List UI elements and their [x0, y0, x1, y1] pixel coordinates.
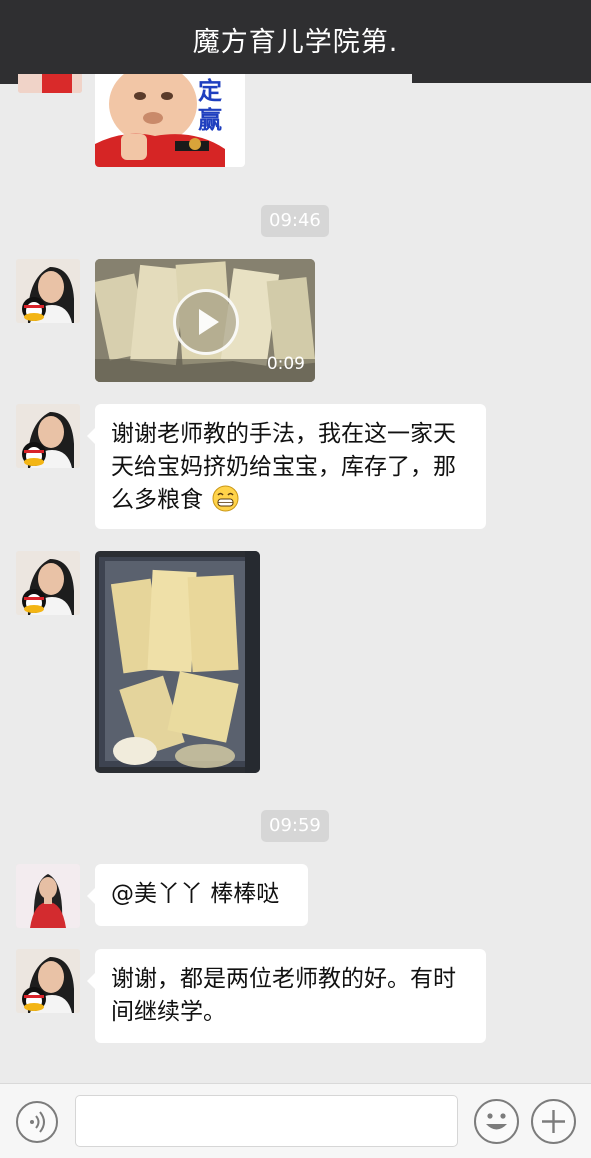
timestamp-1: 09:46 [261, 205, 329, 237]
header-edge-left [0, 74, 18, 84]
sticker-char-2: 赢 [198, 106, 222, 134]
video-duration: 0:09 [266, 354, 305, 374]
message-bubble-2[interactable]: @美丫丫 棒棒哒 [87, 864, 308, 926]
avatar-sender-2[interactable] [16, 864, 80, 928]
message-text-1: 谢谢老师教的手法，我在这一家天天给宝妈挤奶给宝宝，库存了，那么多粮食 [111, 421, 456, 513]
play-icon[interactable] [173, 289, 239, 355]
chat-title: 魔方育儿学院第. [192, 27, 399, 58]
message-bubble-1[interactable]: 谢谢老师教的手法，我在这一家天天给宝妈挤奶给宝宝，库存了，那么多粮食 [87, 404, 486, 529]
message-bubble-3[interactable]: 谢谢，都是两位老师教的好。有时间继续学。 [87, 949, 486, 1043]
message-text-2: @美丫丫 棒棒哒 [111, 881, 280, 907]
header-edge-right [412, 74, 591, 83]
add-icon[interactable] [531, 1099, 576, 1144]
avatar-sender[interactable] [16, 259, 80, 323]
emoji-icon[interactable] [474, 1099, 519, 1144]
avatar-sender[interactable] [16, 949, 80, 1013]
avatar-sender[interactable] [16, 404, 80, 468]
chat-header: 魔方育儿学院第. [0, 0, 591, 74]
photo-message[interactable] [95, 551, 260, 773]
voice-icon[interactable] [16, 1101, 58, 1143]
video-message[interactable]: 0:09 [95, 259, 315, 382]
avatar-sender[interactable] [16, 551, 80, 615]
avatar-top-partial[interactable] [18, 74, 82, 93]
input-bar [0, 1083, 591, 1158]
sticker-image[interactable]: 定 赢 [95, 74, 245, 167]
timestamp-2: 09:59 [261, 810, 329, 842]
grinning-face-emoji-icon [212, 485, 239, 512]
message-input[interactable] [75, 1095, 458, 1147]
message-text-3: 谢谢，都是两位老师教的好。有时间继续学。 [111, 966, 456, 1025]
